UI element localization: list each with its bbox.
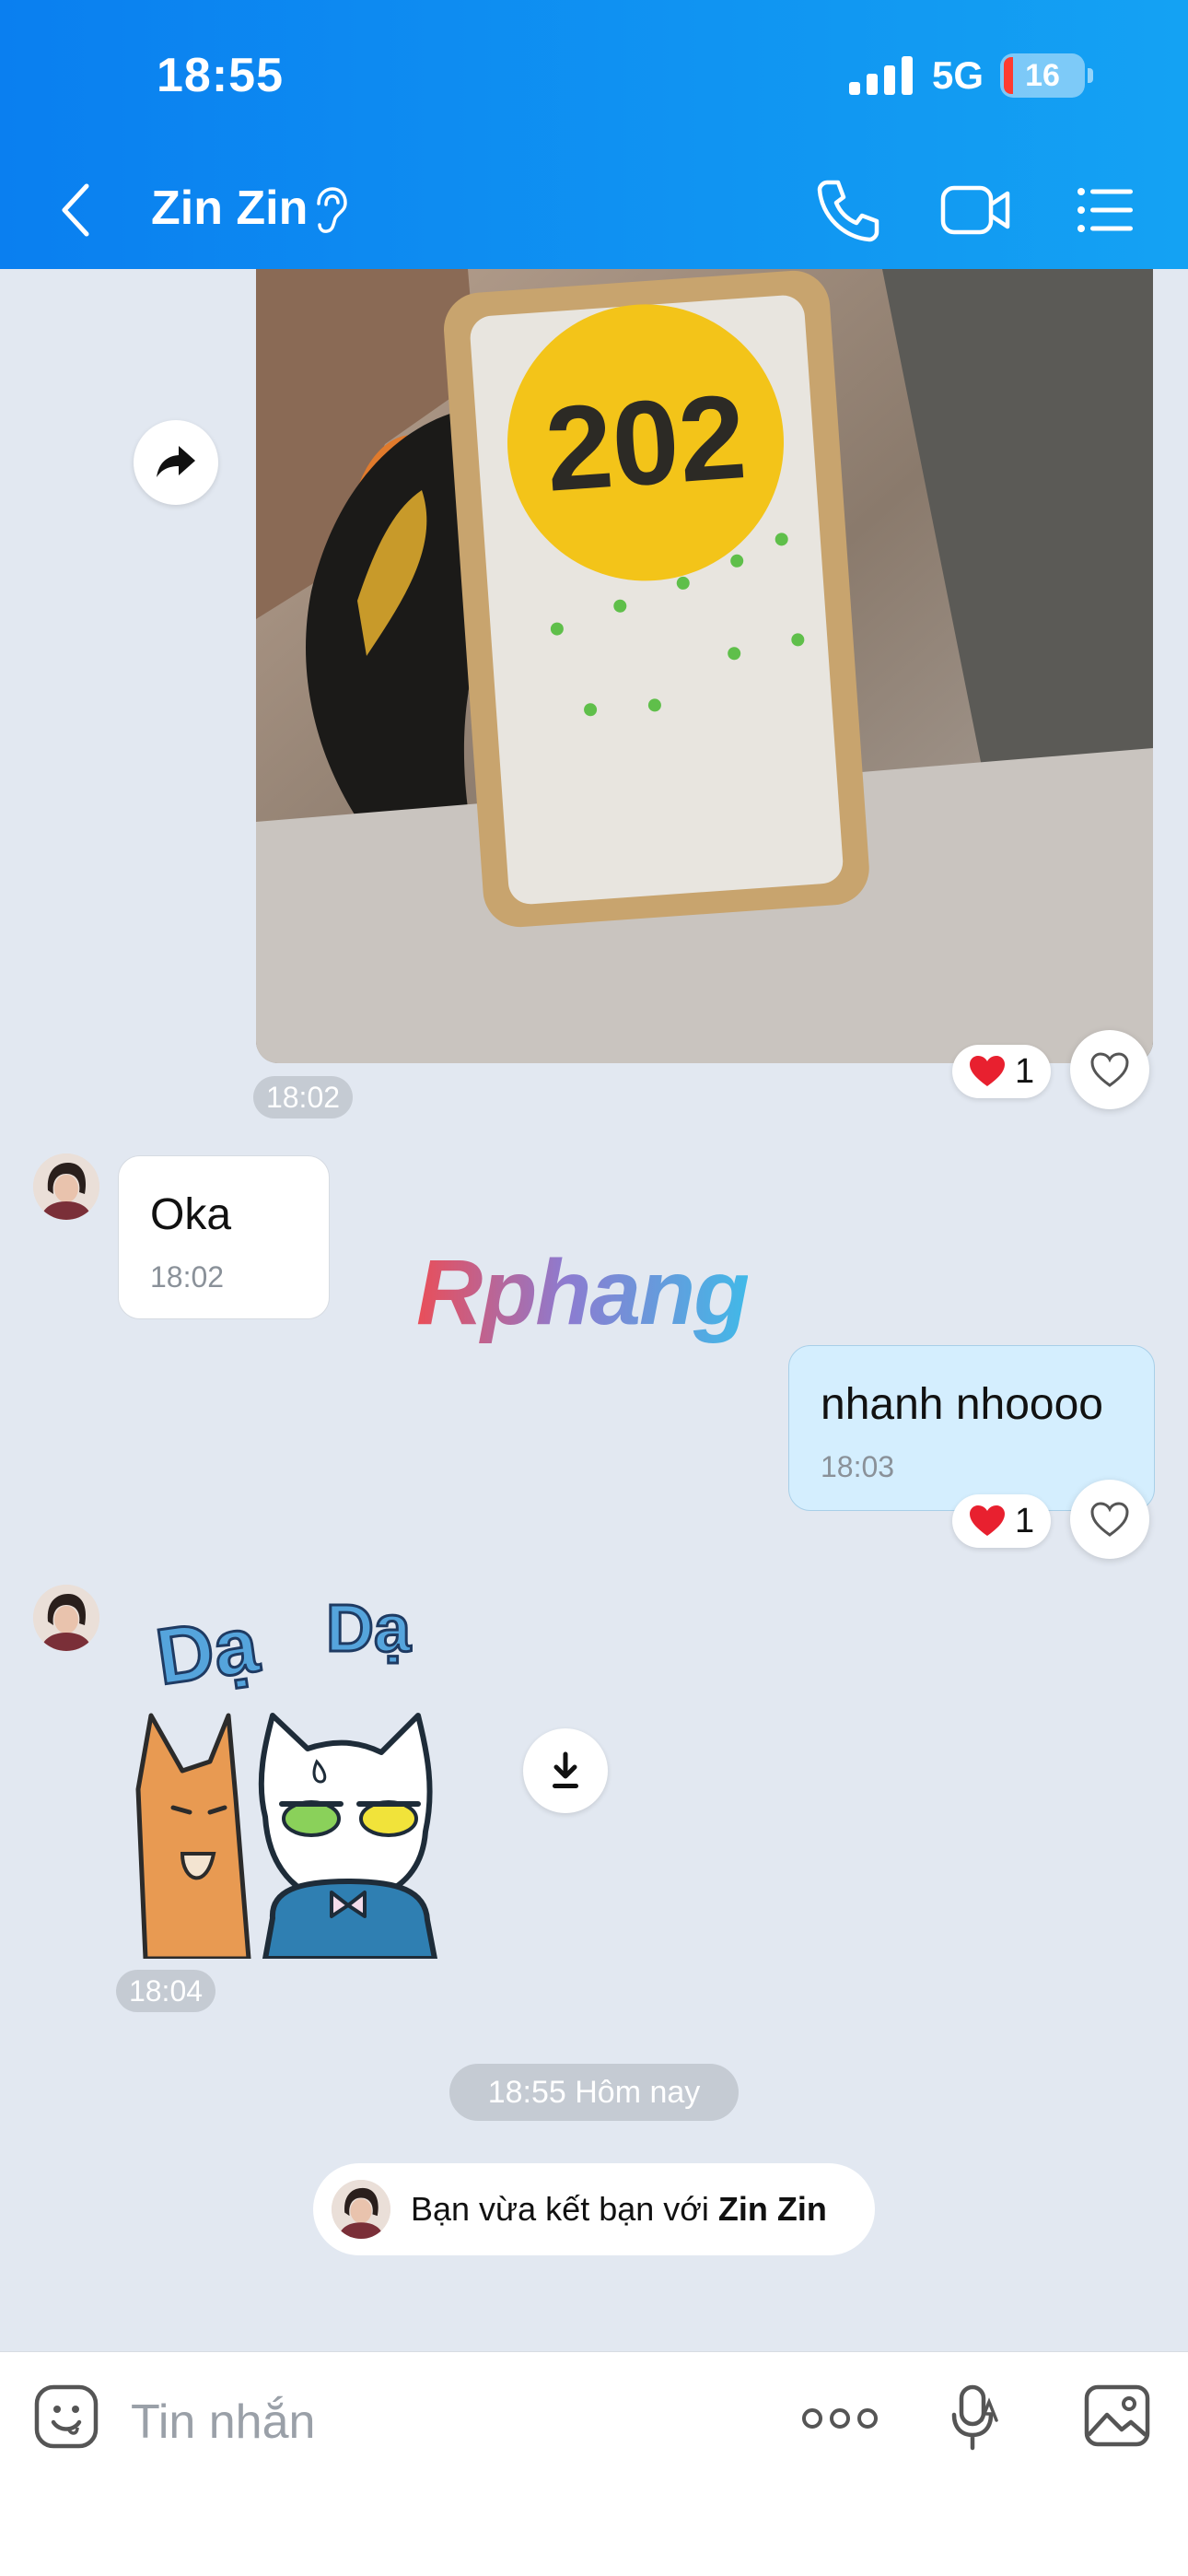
sticker-time: 18:04 xyxy=(116,1970,215,2012)
reaction-count: 1 xyxy=(1015,1501,1035,1540)
date-divider: 18:55 Hôm nay xyxy=(449,2064,739,2121)
avatar xyxy=(332,2180,390,2239)
chat-screen: { "status_bar": {"time": "18:55", "netwo… xyxy=(0,0,1188,2576)
heart-icon xyxy=(970,1505,1005,1536)
sticker-text-left: Dạ xyxy=(151,1600,264,1703)
heart-outline-icon xyxy=(1090,1502,1129,1537)
share-icon xyxy=(157,446,195,477)
avatar-image xyxy=(332,2180,390,2239)
download-icon xyxy=(553,1751,578,1788)
message-text: Oka xyxy=(150,1190,232,1239)
photo-image: 202 xyxy=(256,269,1153,1063)
avatar-image xyxy=(33,1153,99,1220)
like-button[interactable] xyxy=(1070,1480,1149,1559)
sticker-text-right: Dạ xyxy=(326,1592,412,1666)
download-button[interactable] xyxy=(523,1728,608,1813)
watermark-logo: Rphang xyxy=(416,1241,750,1344)
status-indicators: 5G 16 xyxy=(848,53,1093,98)
battery-level: 16 xyxy=(1025,57,1060,93)
avatar-image xyxy=(33,1585,99,1651)
friend-notice: Bạn vừa kết bạn với Zin Zin xyxy=(313,2163,875,2255)
image-icon[interactable] xyxy=(1083,2383,1151,2448)
contact-name[interactable]: Zin Zin xyxy=(151,181,308,236)
chevron-left-icon[interactable] xyxy=(57,181,94,240)
hearing-icon xyxy=(317,187,347,233)
network-type: 5G xyxy=(931,53,984,97)
avatar[interactable] xyxy=(33,1585,99,1651)
header: 18:55 5G 16 Zin Zin xyxy=(0,0,1188,269)
sticker-message[interactable]: Dạ Dạ xyxy=(118,1577,486,1959)
reaction-badge[interactable]: 1 xyxy=(952,1045,1052,1098)
phone-icon[interactable] xyxy=(814,175,884,245)
more-icon[interactable] xyxy=(801,2400,879,2437)
share-button[interactable] xyxy=(134,420,218,505)
status-time: 18:55 xyxy=(157,49,284,102)
list-icon[interactable] xyxy=(1076,175,1135,245)
battery-icon: 16 xyxy=(1000,53,1093,98)
notice-text: Bạn vừa kết bạn với Zin Zin xyxy=(411,2190,827,2229)
room-number: 202 xyxy=(542,369,751,517)
reaction-count: 1 xyxy=(1015,1051,1035,1091)
reaction-badge[interactable]: 1 xyxy=(952,1494,1052,1548)
message-input[interactable]: Tin nhắn xyxy=(131,2395,315,2450)
emoji-icon[interactable] xyxy=(33,2383,99,2450)
heart-outline-icon xyxy=(1090,1052,1129,1087)
message-text: nhanh nhoooo xyxy=(821,1380,1103,1429)
incoming-message[interactable]: Oka 18:02 xyxy=(118,1155,330,1319)
voice-icon[interactable] xyxy=(949,2383,1000,2453)
video-icon[interactable] xyxy=(939,175,1011,245)
like-button[interactable] xyxy=(1070,1030,1149,1109)
message-time: 18:02 xyxy=(150,1260,225,1294)
input-bar: Tin nhắn xyxy=(0,2351,1188,2576)
photo-time: 18:02 xyxy=(253,1076,353,1118)
photo-message[interactable]: 202 xyxy=(256,269,1153,1063)
signal-icon xyxy=(848,56,913,95)
notice-name: Zin Zin xyxy=(717,2190,827,2228)
heart-icon xyxy=(970,1056,1005,1086)
avatar[interactable] xyxy=(33,1153,99,1220)
notice-prefix: Bạn vừa kết bạn với xyxy=(411,2190,718,2228)
